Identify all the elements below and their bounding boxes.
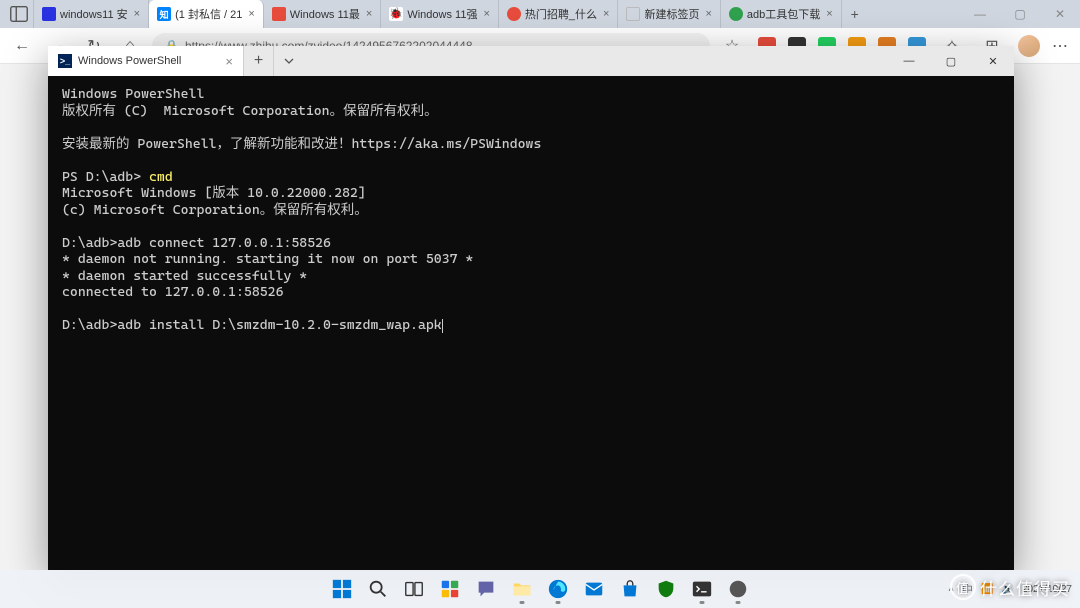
term-line: 版权所有 (C) Microsoft Corporation。保留所有权利。 (62, 103, 438, 119)
widgets-button[interactable] (433, 572, 467, 606)
favicon-icon: 知 (157, 7, 171, 21)
browser-tab[interactable]: Windows 11最 × (264, 0, 382, 28)
term-line: * daemon not running. starting it now on… (62, 251, 473, 267)
watermark-text: 什么值得买 (980, 575, 1070, 600)
wsa-button[interactable] (721, 572, 755, 606)
close-icon[interactable]: ✕ (972, 46, 1014, 76)
chat-button[interactable] (469, 572, 503, 606)
term-line: 安装最新的 PowerShell，了解新功能和改进！https://aka.ms… (62, 136, 541, 152)
sidebar-toggle-icon[interactable] (4, 0, 34, 28)
mail-button[interactable] (577, 572, 611, 606)
term-prompt: PS D:\adb> (62, 169, 149, 185)
powershell-icon: >_ (58, 54, 72, 68)
browser-tab-strip: windows11 安× 知(1 封私信 / 21× Windows 11最× … (0, 0, 1080, 28)
new-tab-button[interactable]: + (842, 0, 868, 28)
term-line: * daemon started successfully * (62, 268, 307, 284)
maximize-icon[interactable]: ▢ (930, 46, 972, 76)
browser-tab[interactable]: 热门招聘_什么 × (499, 0, 619, 28)
favicon-icon (729, 7, 743, 21)
close-icon[interactable]: × (248, 8, 254, 20)
browser-tab[interactable]: 新建标签页 × (618, 0, 720, 28)
menu-icon[interactable]: ⋯ (1052, 36, 1068, 56)
favicon-icon: 🐞 (389, 7, 403, 21)
cursor-icon (442, 319, 443, 333)
back-button[interactable]: ← (8, 32, 36, 60)
minimize-icon[interactable]: — (960, 0, 1000, 28)
explorer-button[interactable] (505, 572, 539, 606)
edge-button[interactable] (541, 572, 575, 606)
close-icon[interactable]: × (826, 8, 832, 20)
search-button[interactable] (361, 572, 395, 606)
tab-title: Windows 11强 (407, 6, 477, 22)
tab-title: adb工具包下载 (747, 6, 820, 22)
start-button[interactable] (325, 572, 359, 606)
tab-title: 新建标签页 (644, 6, 699, 22)
term-line: Windows PowerShell (62, 86, 204, 102)
terminal-window: >_ Windows PowerShell × + — ▢ ✕ Windows … (48, 46, 1014, 570)
close-icon[interactable]: × (225, 54, 233, 69)
profile-avatar[interactable] (1018, 35, 1040, 57)
favicon-icon (626, 7, 640, 21)
watermark: 值 什么值得买 (950, 574, 1070, 600)
browser-tab[interactable]: adb工具包下载 × (721, 0, 842, 28)
store-button[interactable] (613, 572, 647, 606)
tab-title: (1 封私信 / 21 (175, 6, 242, 22)
browser-tab[interactable]: 🐞 Windows 11强 × (381, 0, 499, 28)
favicon-icon (507, 7, 521, 21)
new-terminal-tab-button[interactable]: + (243, 46, 273, 76)
terminal-tab[interactable]: >_ Windows PowerShell × (48, 46, 243, 76)
favicon-icon (272, 7, 286, 21)
term-command-line: D:\adb>adb install D:\smzdm-10.2.0-smzdm… (62, 317, 442, 333)
favicon-icon (42, 7, 56, 21)
close-icon[interactable]: × (134, 8, 140, 20)
task-view-button[interactable] (397, 572, 431, 606)
close-icon[interactable]: × (366, 8, 372, 20)
close-icon[interactable]: × (483, 8, 489, 20)
maximize-icon[interactable]: ▢ (1000, 0, 1040, 28)
term-line: D:\adb>adb connect 127.0.0.1:58526 (62, 235, 331, 251)
term-command: cmd (149, 169, 173, 185)
term-line: connected to 127.0.0.1:58526 (62, 284, 283, 300)
browser-tab[interactable]: windows11 安 × (34, 0, 149, 28)
security-button[interactable] (649, 572, 683, 606)
terminal-output[interactable]: Windows PowerShell 版权所有 (C) Microsoft Co… (48, 76, 1014, 570)
browser-tab-active[interactable]: 知 (1 封私信 / 21 × (149, 0, 264, 28)
terminal-tab-title: Windows PowerShell (78, 55, 181, 67)
tab-title: windows11 安 (60, 6, 128, 22)
close-icon[interactable]: ✕ (1040, 0, 1080, 28)
close-icon[interactable]: × (603, 8, 609, 20)
term-line: Microsoft Windows [版本 10.0.22000.282] (62, 185, 366, 201)
minimize-icon[interactable]: — (888, 46, 930, 76)
term-line: (c) Microsoft Corporation。保留所有权利。 (62, 202, 368, 218)
close-icon[interactable]: × (705, 8, 711, 20)
watermark-icon: 值 (950, 574, 976, 600)
terminal-button[interactable] (685, 572, 719, 606)
terminal-dropdown-button[interactable] (273, 46, 303, 76)
terminal-tab-bar: >_ Windows PowerShell × + — ▢ ✕ (48, 46, 1014, 76)
tab-title: 热门招聘_什么 (525, 6, 597, 22)
taskbar: ˄ 中 📶 🔊 2021/10/27 (0, 570, 1080, 608)
tab-title: Windows 11最 (290, 6, 360, 22)
